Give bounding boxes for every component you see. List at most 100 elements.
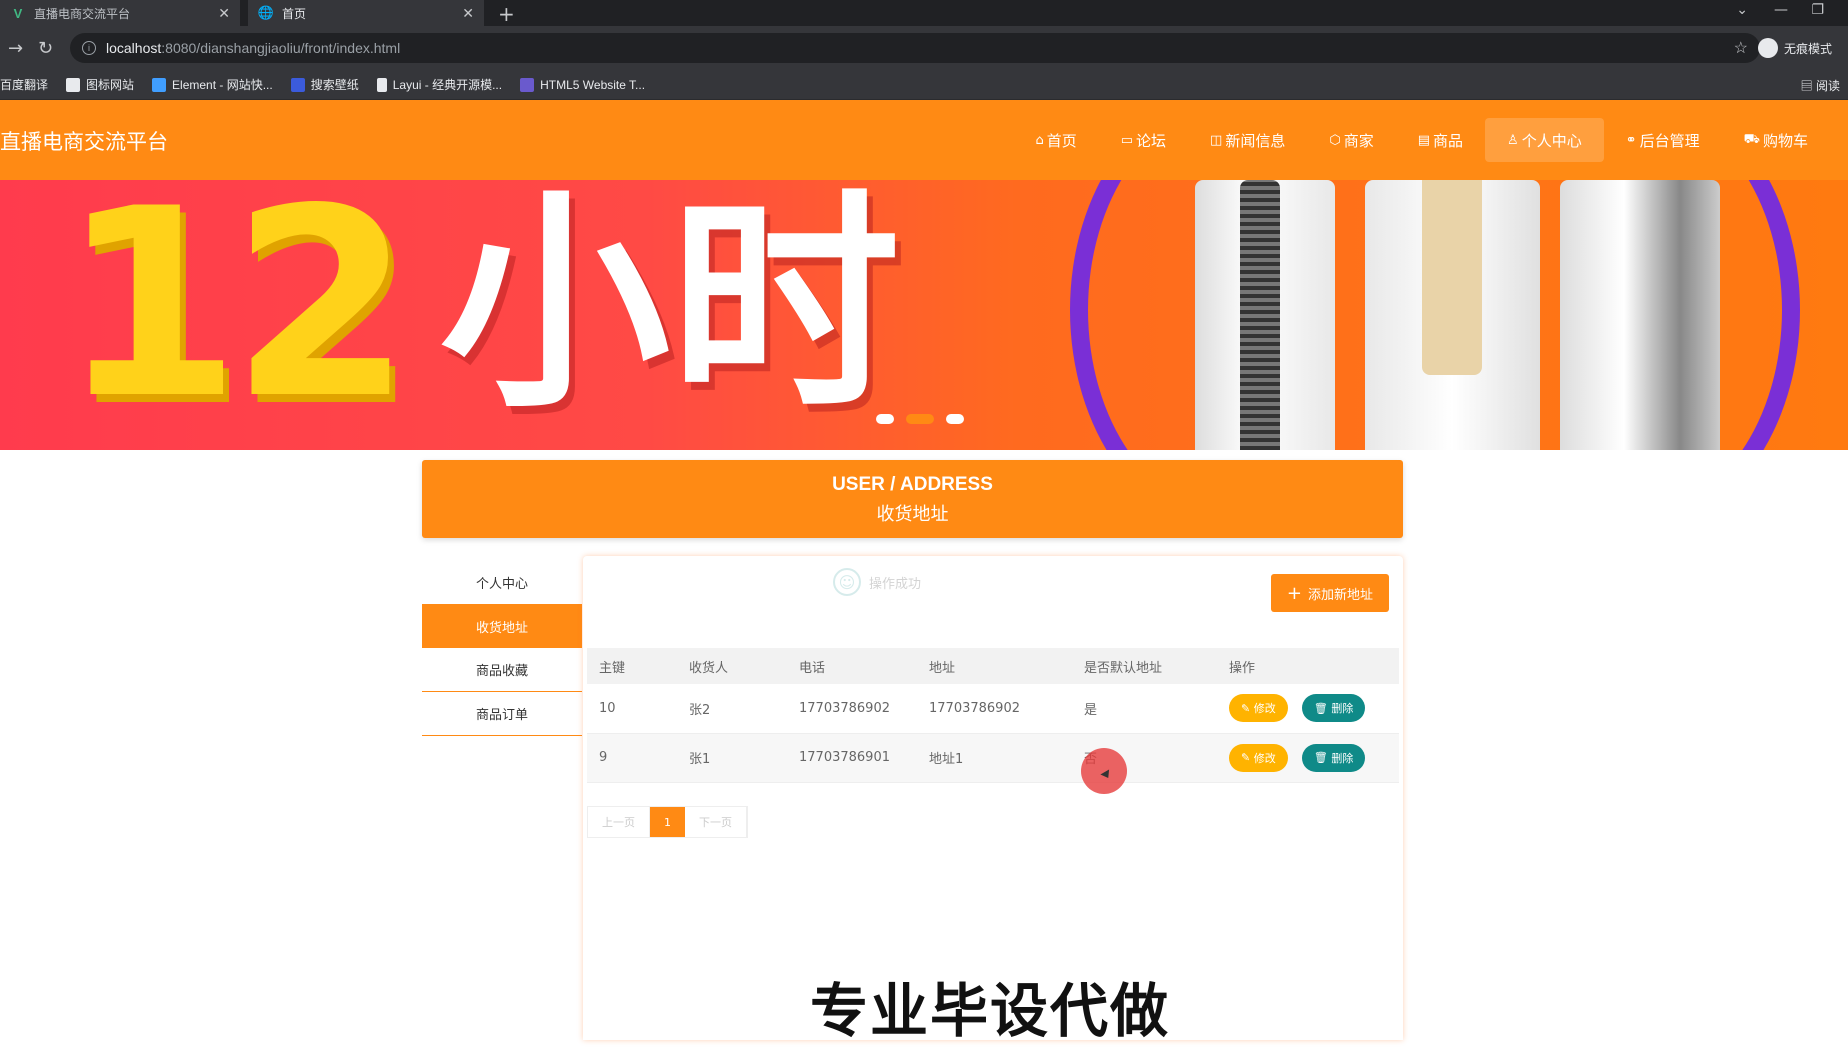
incognito-profile[interactable]: 无痕模式: [1757, 38, 1832, 58]
link-icon: ⚭: [1625, 132, 1637, 148]
bookmark-html5[interactable]: HTML5 Website T...: [520, 77, 646, 92]
cell-address: 地址1: [917, 733, 1072, 783]
nav-label: 个人中心: [1521, 131, 1582, 150]
edit-label: 修改: [1253, 702, 1276, 716]
cell-default: 是: [1072, 684, 1217, 734]
restore-icon[interactable]: ❐: [1811, 2, 1824, 18]
bookmark-baidu-translate[interactable]: 百度翻译: [0, 76, 48, 93]
news-icon: ◫: [1210, 132, 1223, 148]
main-nav: ⌂ 首页 ▭ 论坛 ◫ 新闻信息 ⬡ 商家 ▤ 商品 ♙ 个人中心 ⚭ 后台管理 ⛟ 购物车: [1013, 118, 1830, 162]
sidebar-item-orders[interactable]: 商品订单: [422, 692, 582, 736]
browser-tab-home[interactable]: 🌐 首页 ✕: [248, 0, 484, 26]
carousel-dot-active[interactable]: [906, 414, 934, 424]
incognito-icon: [1757, 38, 1778, 58]
cell-id: 10: [587, 684, 677, 734]
edit-button[interactable]: ✎ 修改: [1229, 743, 1288, 772]
reading-list[interactable]: ▤ 阅读: [1801, 77, 1840, 94]
bookmark-label: Layui - 经典开源模...: [392, 78, 503, 92]
globe-icon: 🌐: [257, 5, 275, 20]
layui-icon: [376, 77, 387, 92]
nav-forum[interactable]: ▭ 论坛: [1099, 118, 1188, 162]
reading-list-label: 阅读: [1815, 79, 1840, 93]
chat-icon: ▭: [1120, 132, 1134, 148]
nav-home[interactable]: ⌂ 首页: [1013, 118, 1098, 162]
add-address-button[interactable]: + 添加新地址: [1270, 574, 1389, 612]
bookmark-label: Element - 网站快...: [172, 78, 273, 92]
browser-tab-platform[interactable]: V 直播电商交流平台 ✕: [0, 0, 240, 26]
address-table: 主键 收货人 电话 地址 是否默认地址 操作 10 张2 17703786902…: [587, 648, 1399, 783]
page-button-current[interactable]: 1: [650, 807, 685, 837]
nav-label: 商品: [1433, 131, 1464, 150]
bookmark-label: HTML5 Website T...: [540, 77, 646, 92]
pencil-icon: ✎: [1241, 701, 1254, 715]
plus-icon: +: [1286, 582, 1302, 604]
cell-id: 9: [587, 733, 677, 783]
nav-admin[interactable]: ⚭ 后台管理: [1604, 118, 1722, 162]
flag-icon: [66, 77, 81, 92]
nav-news[interactable]: ◫ 新闻信息: [1188, 118, 1307, 162]
bookmark-label: 搜索壁纸: [310, 78, 359, 92]
nav-merchant[interactable]: ⬡ 商家: [1307, 118, 1395, 162]
delete-label: 删除: [1331, 751, 1354, 765]
nav-label: 商家: [1343, 131, 1374, 150]
edit-button[interactable]: ✎ 修改: [1229, 694, 1288, 723]
sidebar-item-favorites[interactable]: 商品收藏: [422, 648, 582, 692]
nav-user-center[interactable]: ♙ 个人中心: [1485, 118, 1604, 162]
sidebar-item-user-center[interactable]: 个人中心: [422, 560, 582, 604]
cell-name: 张1: [677, 733, 787, 783]
pagination: 上一页 1 下一页: [587, 806, 748, 838]
tab-search-icon[interactable]: ⌄: [1736, 2, 1748, 18]
cell-name: 张2: [677, 684, 787, 734]
delete-label: 删除: [1331, 702, 1354, 716]
air-conditioner-image: [1560, 180, 1720, 450]
minimize-icon[interactable]: —: [1774, 2, 1788, 18]
next-page-button[interactable]: 下一页: [685, 807, 747, 837]
bookmark-element[interactable]: Element - 网站快...: [152, 76, 273, 93]
watermark-text: 专业毕设代做: [810, 977, 1171, 1045]
bookmark-label: 图标网站: [86, 78, 135, 92]
trash-icon: 🗑: [1313, 751, 1332, 764]
carousel-dot[interactable]: [946, 414, 964, 424]
site-logo[interactable]: 直播电商交流平台: [0, 126, 168, 156]
bookmark-layui[interactable]: Layui - 经典开源模...: [376, 76, 503, 93]
carousel-indicators: [870, 414, 970, 424]
prev-page-button[interactable]: 上一页: [588, 807, 650, 837]
carousel-dot[interactable]: [876, 414, 894, 424]
column-header: 主键: [587, 648, 677, 684]
nav-label: 论坛: [1136, 131, 1167, 150]
tab-title: 直播电商交流平台: [34, 6, 131, 21]
new-tab-icon[interactable]: +: [498, 2, 515, 26]
delete-button[interactable]: 🗑 删除: [1301, 743, 1366, 772]
delete-button[interactable]: 🗑 删除: [1301, 694, 1366, 723]
nav-label: 购物车: [1762, 131, 1808, 150]
close-icon[interactable]: ✕: [462, 5, 474, 22]
column-header: 是否默认地址: [1072, 648, 1217, 684]
smile-icon: ☺: [833, 568, 861, 596]
cell-actions: ✎ 修改 🗑 删除: [1217, 684, 1399, 734]
trash-icon: 🗑: [1313, 701, 1332, 715]
forward-icon[interactable]: →: [8, 38, 23, 59]
nav-cart[interactable]: ⛟ 购物车: [1722, 118, 1830, 162]
shop-icon: ⬡: [1329, 132, 1341, 148]
table-row: 10 张2 17703786902 17703786902 是 ✎ 修改 🗑 删…: [587, 684, 1399, 734]
vue-logo-icon: V: [13, 5, 23, 21]
cart-icon: ⛟: [1743, 131, 1760, 147]
sidebar-item-address[interactable]: 收货地址: [422, 604, 582, 648]
column-header: 电话: [787, 648, 917, 684]
url-field[interactable]: i localhost:8080/dianshangjiaoliu/front/…: [70, 33, 1760, 63]
info-icon[interactable]: i: [82, 41, 96, 55]
bookmark-wallpaper[interactable]: 搜索壁纸: [290, 76, 359, 93]
column-header: 地址: [917, 648, 1072, 684]
banner-carousel[interactable]: 12 小时: [0, 180, 1848, 450]
table-header-row: 主键 收货人 电话 地址 是否默认地址 操作: [587, 648, 1399, 684]
reload-icon[interactable]: ↻: [38, 38, 53, 59]
star-icon[interactable]: ☆: [1734, 38, 1748, 58]
nav-goods[interactable]: ▤ 商品: [1396, 118, 1485, 162]
section-title: USER / ADDRESS 收货地址: [422, 460, 1403, 538]
profile-label: 无痕模式: [1783, 41, 1832, 56]
bookmark-icon-site[interactable]: 图标网站: [66, 76, 134, 93]
section-title-cn: 收货地址: [876, 504, 949, 525]
element-logo-icon: [152, 77, 167, 92]
section-title-en: USER / ADDRESS: [832, 474, 993, 495]
close-icon[interactable]: ✕: [218, 5, 230, 22]
